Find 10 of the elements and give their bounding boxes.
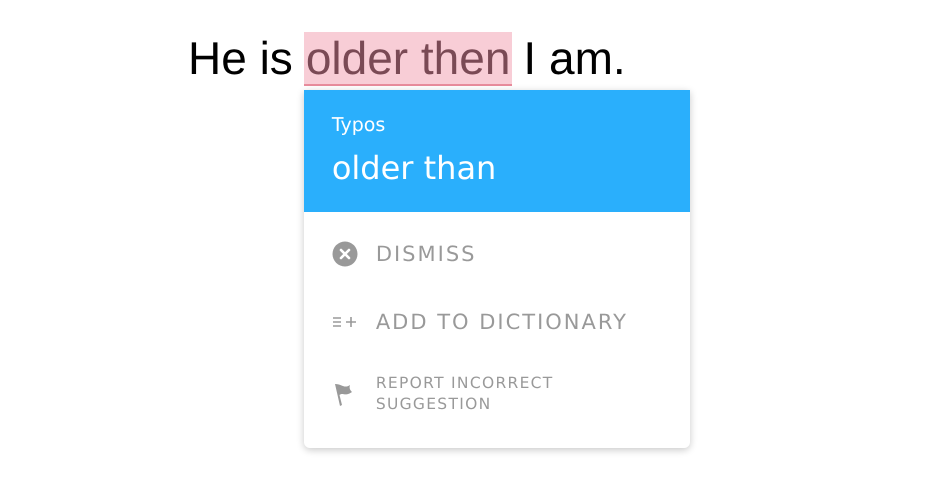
report-button[interactable]: REPORT INCORRECT SUGGESTION (304, 362, 690, 426)
category-label: Typos (332, 114, 386, 136)
dismiss-button[interactable]: DISMISS (304, 226, 690, 282)
suggestion-button[interactable]: older than (332, 149, 496, 187)
flagged-word[interactable]: older then (304, 32, 512, 86)
list-plus-icon (332, 315, 358, 329)
add-to-dictionary-button[interactable]: ADD TO DICTIONARY (304, 282, 690, 362)
sentence-text: I am. (523, 31, 626, 86)
close-icon (332, 241, 358, 267)
sentence-text: He is (188, 31, 293, 86)
